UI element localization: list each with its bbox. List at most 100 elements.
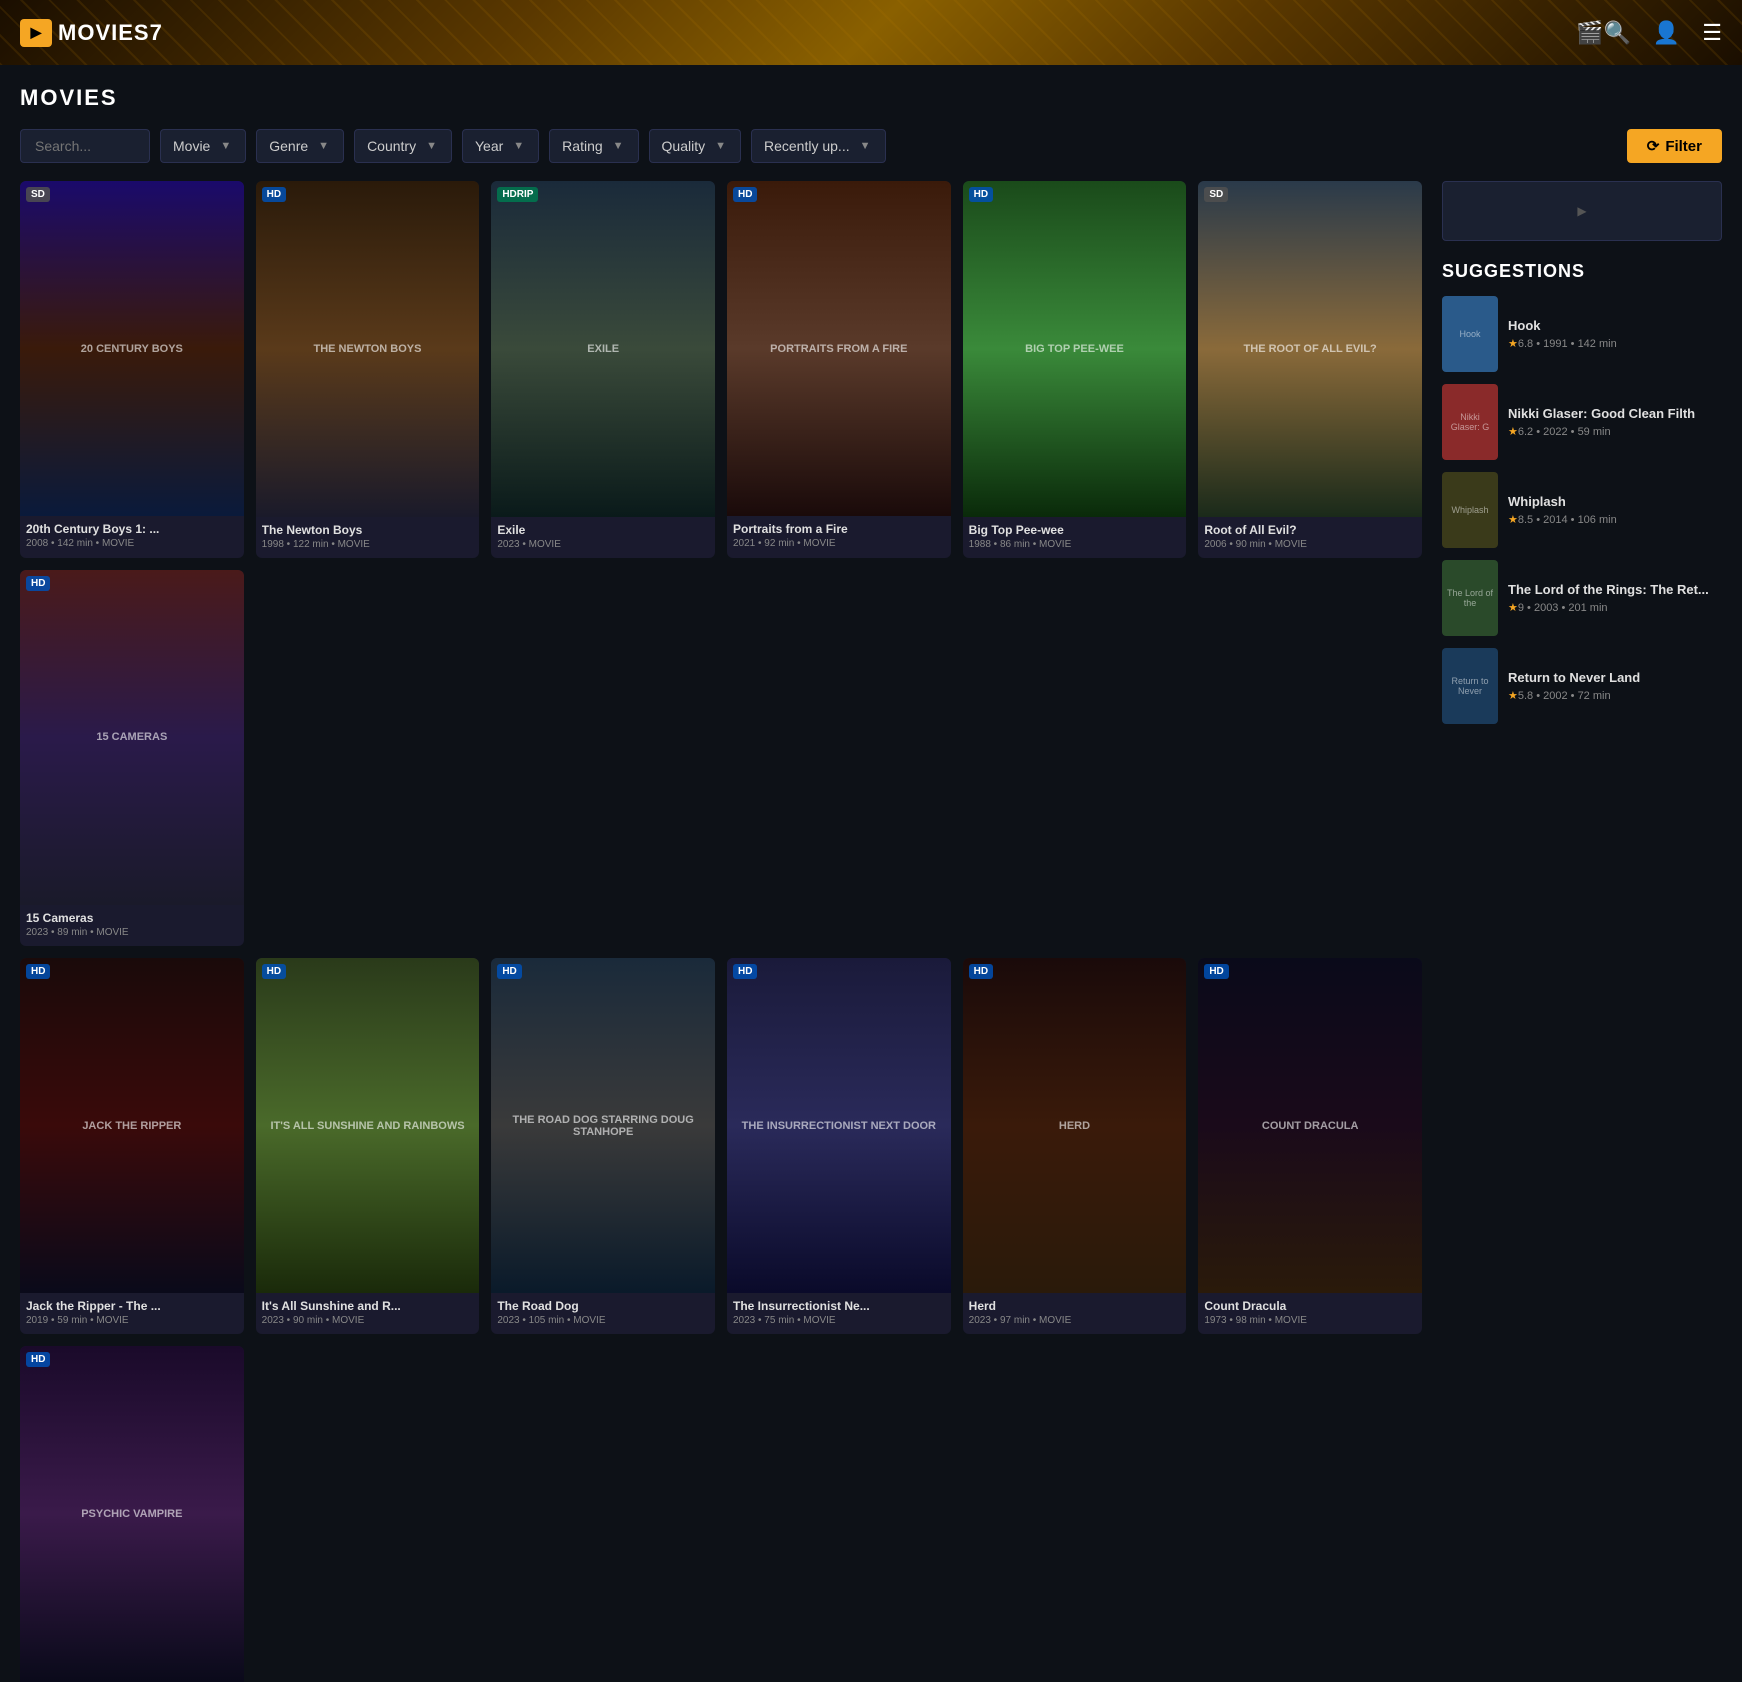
movie-poster: THE NEWTON BOYSHD (256, 181, 480, 517)
quality-badge: SD (26, 187, 50, 202)
suggestion-info: Whiplash★8.5 • 2014 • 106 min (1508, 494, 1722, 527)
filter-icon: ⟳ (1647, 137, 1660, 155)
movie-poster: HERDHD (963, 958, 1187, 1294)
quality-badge: HDRIP (497, 187, 538, 202)
suggestion-info: Return to Never Land★5.8 • 2002 • 72 min (1508, 670, 1722, 703)
movie-card[interactable]: 20 CENTURY BOYSSD20th Century Boys 1: ..… (20, 181, 244, 558)
search-input[interactable] (20, 129, 150, 163)
main-content: MOVIES Movie ▼ Genre ▼ Country ▼ Year ▼ … (0, 65, 1742, 1682)
menu-icon[interactable]: ☰ (1702, 20, 1722, 46)
ad-placeholder: ▶ (1442, 181, 1722, 241)
quality-badge: HD (262, 964, 286, 979)
movie-card[interactable]: PSYCHIC VAMPIREHDPsychic Vampire2022 • 9… (20, 1346, 244, 1682)
suggestion-info: The Lord of the Rings: The Ret... ★9 • 20… (1508, 582, 1722, 615)
movie-info: Herd2023 • 97 min • MOVIE (963, 1293, 1187, 1334)
rating-filter[interactable]: Rating ▼ (549, 129, 638, 163)
movie-poster: JACK THE RIPPERHD (20, 958, 244, 1293)
filter-button[interactable]: ⟳ Filter (1627, 129, 1722, 163)
genre-filter-arrow: ▼ (318, 140, 329, 152)
movie-card[interactable]: THE ROAD DOG STARRING DOUG STANHOPEHDThe… (491, 958, 715, 1335)
logo[interactable]: ▶ MOVIES7 (20, 19, 163, 47)
suggestion-item[interactable]: Return to Never Return to Never Land★5.8 … (1442, 648, 1722, 724)
country-filter-arrow: ▼ (426, 140, 437, 152)
movie-poster: PORTRAITS FROM A FIREHD (727, 181, 951, 516)
movie-card[interactable]: JACK THE RIPPERHDJack the Ripper - The .… (20, 958, 244, 1335)
genre-filter[interactable]: Genre ▼ (256, 129, 344, 163)
suggestion-name: The Lord of the Rings: The Ret... (1508, 582, 1722, 599)
movie-title: The Newton Boys (262, 523, 474, 537)
logo-text: MOVIES7 (58, 20, 163, 46)
suggestion-rating: ★6.2 • 2022 • 59 min (1508, 425, 1722, 438)
movie-meta: 1988 • 86 min • MOVIE (969, 539, 1181, 550)
suggestion-item[interactable]: WhiplashWhiplash★8.5 • 2014 • 106 min (1442, 472, 1722, 548)
movie-card[interactable]: EXILEHDRIPExile2023 • MOVIE (491, 181, 715, 558)
movie-meta: 2023 • 90 min • MOVIE (262, 1315, 474, 1326)
recently-filter[interactable]: Recently up... ▼ (751, 129, 886, 163)
suggestion-name: Nikki Glaser: Good Clean Filth (1508, 406, 1722, 423)
movie-info: Count Dracula 1973 • 98 min • MOVIE (1198, 1293, 1422, 1334)
quality-badge: HD (26, 964, 50, 979)
suggestion-thumb: Return to Never (1442, 648, 1498, 724)
quality-badge: HD (497, 964, 521, 979)
suggestion-item[interactable]: HookHook★6.8 • 1991 • 142 min (1442, 296, 1722, 372)
movie-meta: 2023 • 89 min • MOVIE (26, 927, 238, 938)
suggestion-item[interactable]: Nikki Glaser: GNikki Glaser: Good Clean … (1442, 384, 1722, 460)
movie-meta: 2019 • 59 min • MOVIE (26, 1315, 238, 1326)
movie-info: 20th Century Boys 1: ...2008 • 142 min •… (20, 516, 244, 557)
movie-card[interactable]: BIG TOP PEE-WEEHDBig Top Pee-wee1988 • 8… (963, 181, 1187, 558)
movie-title: The Road Dog (497, 1299, 709, 1313)
movie-card[interactable]: HERDHDHerd2023 • 97 min • MOVIE (963, 958, 1187, 1335)
movie-card[interactable]: THE INSURRECTIONIST NEXT DOORHDThe Insur… (727, 958, 951, 1335)
movie-card[interactable]: THE ROOT OF ALL EVIL?SDRoot of All Evil?… (1198, 181, 1422, 558)
quality-badge: SD (1204, 187, 1228, 202)
suggestion-rating: ★9 • 2003 • 201 min (1508, 601, 1722, 614)
movie-title: Exile (497, 523, 709, 537)
suggestion-thumb: Hook (1442, 296, 1498, 372)
movie-title: Count Dracula (1204, 1299, 1416, 1313)
movie-meta: 2023 • 97 min • MOVIE (969, 1315, 1181, 1326)
suggestions-list: HookHook★6.8 • 1991 • 142 minNikki Glase… (1442, 296, 1722, 724)
movie-meta: 2023 • 105 min • MOVIE (497, 1315, 709, 1326)
movie-card[interactable]: THE NEWTON BOYSHDThe Newton Boys1998 • 1… (256, 181, 480, 558)
year-filter-arrow: ▼ (513, 140, 524, 152)
movie-card[interactable]: PORTRAITS FROM A FIREHDPortraits from a … (727, 181, 951, 558)
suggestions-title: SUGGESTIONS (1442, 261, 1722, 282)
movie-poster: PSYCHIC VAMPIREHD (20, 1346, 244, 1681)
quality-badge: HD (26, 576, 50, 591)
page-title: MOVIES (20, 85, 1722, 111)
movie-info: It's All Sunshine and R...2023 • 90 min … (256, 1293, 480, 1334)
movie-info: 15 Cameras2023 • 89 min • MOVIE (20, 905, 244, 946)
year-filter[interactable]: Year ▼ (462, 129, 539, 163)
movie-info: Portraits from a Fire2021 • 92 min • MOV… (727, 516, 951, 557)
movie-info: Root of All Evil?2006 • 90 min • MOVIE (1198, 517, 1422, 558)
movie-filter[interactable]: Movie ▼ (160, 129, 246, 163)
content-layout: 20 CENTURY BOYSSD20th Century Boys 1: ..… (20, 181, 1722, 1682)
search-movie-icon[interactable]: 🎬🔍 (1576, 20, 1631, 46)
movie-poster: 15 CAMERASHD (20, 570, 244, 905)
suggestion-name: Hook (1508, 318, 1722, 335)
header: ▶ MOVIES7 🎬🔍 👤 ☰ (0, 0, 1742, 65)
movie-meta: 1973 • 98 min • MOVIE (1204, 1315, 1416, 1326)
movie-card[interactable]: 15 CAMERASHD15 Cameras2023 • 89 min • MO… (20, 570, 244, 946)
quality-badge: HD (969, 964, 993, 979)
filters-bar: Movie ▼ Genre ▼ Country ▼ Year ▼ Rating … (20, 129, 1722, 163)
header-right: 🎬🔍 👤 ☰ (1576, 20, 1722, 46)
suggestion-item[interactable]: The Lord of theThe Lord of the Rings: Th… (1442, 560, 1722, 636)
movie-title: The Insurrectionist Ne... (733, 1299, 945, 1313)
movie-poster: EXILEHDRIP (491, 181, 715, 517)
country-filter[interactable]: Country ▼ (354, 129, 452, 163)
suggestion-name: Return to Never Land (1508, 670, 1722, 687)
movie-meta: 2006 • 90 min • MOVIE (1204, 539, 1416, 550)
movie-title: 20th Century Boys 1: ... (26, 522, 238, 536)
movie-info: The Insurrectionist Ne...2023 • 75 min •… (727, 1293, 951, 1334)
suggestion-rating: ★8.5 • 2014 • 106 min (1508, 513, 1722, 526)
movie-info: The Road Dog 2023 • 105 min • MOVIE (491, 1293, 715, 1334)
movie-info: Big Top Pee-wee1988 • 86 min • MOVIE (963, 517, 1187, 558)
movie-card[interactable]: COUNT DRACULAHDCount Dracula1973 • 98 mi… (1198, 958, 1422, 1335)
user-icon[interactable]: 👤 (1653, 20, 1680, 46)
quality-filter[interactable]: Quality ▼ (649, 129, 741, 163)
movie-filter-arrow: ▼ (220, 140, 231, 152)
movie-card[interactable]: IT'S ALL SUNSHINE AND RAINBOWSHDIt's All… (256, 958, 480, 1335)
movie-meta: 2021 • 92 min • MOVIE (733, 538, 945, 549)
movies-area: 20 CENTURY BOYSSD20th Century Boys 1: ..… (20, 181, 1422, 1682)
